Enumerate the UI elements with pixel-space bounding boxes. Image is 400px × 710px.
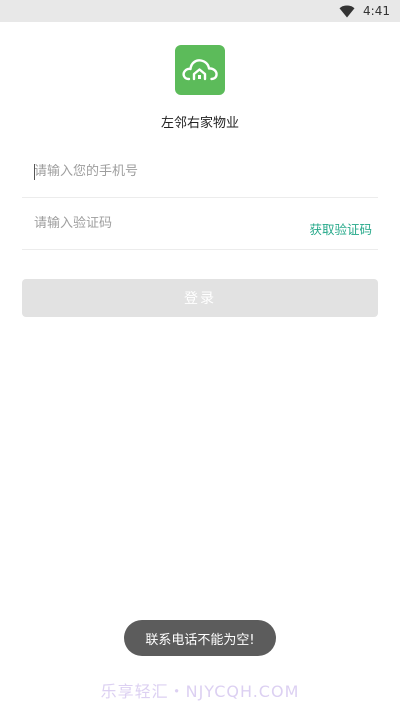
status-bar: 4:41 xyxy=(0,0,400,22)
verification-code-input[interactable] xyxy=(22,216,272,231)
code-field[interactable]: 获取验证码 xyxy=(22,198,378,250)
app-name: 左邻右家物业 xyxy=(160,116,239,131)
watermark: 乐享轻汇・NJYCQH.COM xyxy=(100,682,300,701)
phone-input[interactable] xyxy=(22,164,272,179)
cloud-home-icon xyxy=(182,59,218,81)
phone-field[interactable] xyxy=(22,146,378,198)
wifi-icon xyxy=(339,5,355,17)
status-time: 4:41 xyxy=(363,4,390,18)
text-cursor xyxy=(34,164,35,180)
login-screen: 4:41 左邻右家物业 获取验证码 登录 联系电话不能为空! 乐享轻汇・NJYC… xyxy=(0,0,400,710)
toast-message: 联系电话不能为空! xyxy=(124,620,276,656)
login-button[interactable]: 登录 xyxy=(22,279,378,317)
app-logo xyxy=(175,45,225,95)
get-code-button[interactable]: 获取验证码 xyxy=(309,219,372,238)
